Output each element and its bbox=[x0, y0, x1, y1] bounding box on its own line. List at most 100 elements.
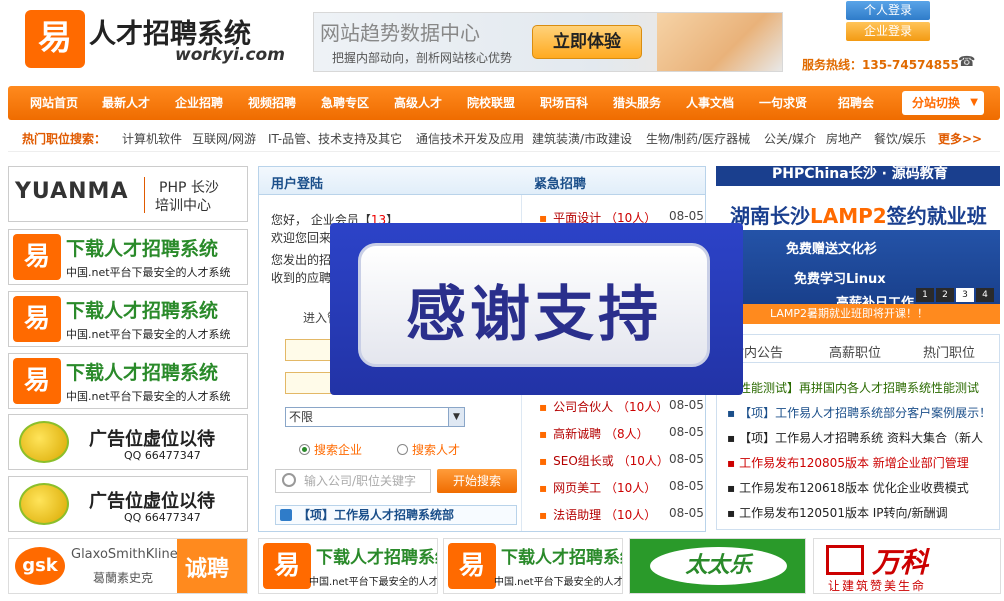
urgent-job-item[interactable]: ▪ 高新诚聘 （8人） 08-05 bbox=[539, 425, 704, 442]
ad-placeholder[interactable]: 广告位虚位以待 QQ 66477347 bbox=[8, 476, 248, 532]
job-title[interactable]: 高新诚聘 bbox=[553, 427, 601, 441]
nav-hr-docs[interactable]: 人事文档 bbox=[686, 86, 734, 120]
nav-headhunter[interactable]: 猎头服务 bbox=[613, 86, 661, 120]
hot-job-link[interactable]: 餐饮/娱乐 bbox=[874, 130, 926, 147]
chevron-down-icon: ▼ bbox=[448, 408, 464, 426]
hot-job-link[interactable]: 建筑装潢/市政建设 bbox=[532, 130, 632, 147]
radio-label: 搜索企业 bbox=[314, 443, 363, 457]
news-item[interactable]: ▪ 工作易发布120805版本 新增企业部门管理 bbox=[727, 454, 969, 471]
bullet-icon: ▪ bbox=[727, 456, 736, 470]
hot-job-link[interactable]: IT-品管、技术支持及其它 bbox=[268, 130, 402, 147]
thanks-overlay[interactable]: 感谢支持 bbox=[330, 223, 743, 395]
tab-high-salary[interactable]: 高薪职位 bbox=[829, 342, 881, 361]
sent-jobs-text: 您发出的招 bbox=[271, 253, 332, 267]
nav-video-jobs[interactable]: 视频招聘 bbox=[248, 86, 296, 120]
placeholder-qq: QQ 66477347 bbox=[124, 449, 201, 462]
vanke-logo-mark bbox=[826, 545, 864, 575]
start-search-button[interactable]: 开始搜索 bbox=[437, 469, 517, 493]
divider bbox=[144, 177, 145, 213]
news-item[interactable]: ▪ 工作易发布120501版本 IP转向/新酬调 bbox=[727, 504, 948, 521]
urgent-job-item[interactable]: ▪ 网页美工 （10人） 08-05 bbox=[539, 479, 704, 496]
hot-job-link[interactable]: 公关/媒介 bbox=[764, 130, 816, 147]
top-ad-banner[interactable]: 网站趋势数据中心 把握内部动向，剖析网站核心优势 立即体验 bbox=[313, 12, 783, 72]
hot-job-link[interactable]: 通信技术开发及应用 bbox=[416, 130, 524, 147]
slide-page-button-active[interactable]: 3 bbox=[956, 288, 974, 302]
news-item[interactable]: ▪ 【项】工作易人才招聘系统 资料大集合（新人 bbox=[727, 429, 983, 446]
news-item[interactable]: ▪ 【项】工作易人才招聘系统部分客户案例展示！ bbox=[727, 404, 991, 421]
banner-try-button[interactable]: 立即体验 bbox=[532, 25, 642, 59]
slide-page-button[interactable]: 1 bbox=[916, 288, 934, 302]
news-item[interactable]: ▪ 工作易发布120618版本 优化企业收费模式 bbox=[727, 479, 969, 496]
urgent-job-item[interactable]: ▪ SEO组长或 （10人） 08-05 bbox=[539, 452, 704, 469]
taitaile-logo: 太太乐 bbox=[650, 547, 787, 585]
slide-page-button[interactable]: 4 bbox=[976, 288, 994, 302]
yuanma-logo: YUANMA bbox=[15, 179, 129, 204]
radio-search-company[interactable]: 搜索企业 bbox=[299, 441, 362, 458]
job-title[interactable]: SEO组长或 bbox=[553, 454, 614, 468]
taitaile-ad[interactable]: 太太乐 bbox=[629, 538, 806, 594]
company-login-button[interactable]: 企业登录 bbox=[846, 22, 930, 41]
banner-bottom-text: LAMP2暑期就业班即将开课！！ bbox=[716, 304, 1000, 324]
download-title: 下载人才招聘系统 bbox=[66, 238, 219, 260]
hot-job-link[interactable]: 房地产 bbox=[826, 130, 862, 147]
category-select[interactable]: 不限 ▼ bbox=[285, 407, 465, 427]
nav-senior-talent[interactable]: 高级人才 bbox=[394, 86, 442, 120]
urgent-job-item[interactable]: ▪ 公司合伙人 （10人） 08-05 bbox=[539, 398, 704, 415]
download-ad[interactable]: 易 下载人才招聘系统 中国.net平台下最安全的人才系统 bbox=[443, 538, 623, 594]
job-title[interactable]: 公司合伙人 bbox=[553, 400, 613, 414]
download-ad[interactable]: 易 下载人才招聘系统 中国.net平台下最安全的人才系统 bbox=[8, 291, 248, 347]
gsk-ad[interactable]: gsk GlaxoSmithKline 葛蘭素史克 诚聘 bbox=[8, 538, 248, 594]
overlay-text: 感谢支持 bbox=[406, 280, 662, 350]
notice-bar[interactable]: 【项】工作易人才招聘系统部 bbox=[275, 505, 517, 525]
lamp-training-banner[interactable]: PHPChina长沙 · 源码教育 湖南长沙LAMP2签约就业班 免费赠送文化衫… bbox=[716, 166, 1000, 324]
hot-job-link[interactable]: 计算机软件 bbox=[122, 130, 182, 147]
login-title: 用户登陆 bbox=[271, 177, 324, 192]
bullet-icon: ▪ bbox=[727, 506, 736, 520]
banner-subtitle: 把握内部动向，剖析网站核心优势 bbox=[332, 51, 513, 65]
job-date: 08-05 bbox=[669, 479, 704, 493]
hot-job-link[interactable]: 生物/制药/医疗器械 bbox=[646, 130, 750, 147]
job-title[interactable]: 法语助理 bbox=[553, 508, 601, 522]
logo-mark: 易 bbox=[25, 10, 85, 68]
nav-job-fair[interactable]: 招聘会 bbox=[838, 86, 874, 120]
announcement-panel: 站内公告 高薪职位 热门职位 【性能测试】再拼国内各人才招聘系统性能测试 ▪ 【项… bbox=[716, 334, 1000, 530]
news-item[interactable]: 【性能测试】再拼国内各人才招聘系统性能测试 bbox=[727, 379, 979, 396]
more-link[interactable]: 更多>> bbox=[938, 130, 982, 147]
bullet-icon: ▪ bbox=[727, 431, 736, 445]
keyword-search-input[interactable]: 输入公司/职位关键字 bbox=[275, 469, 431, 493]
nav-latest-talent[interactable]: 最新人才 bbox=[102, 86, 150, 120]
gsk-logo: gsk bbox=[15, 547, 65, 585]
job-date: 08-05 bbox=[669, 209, 704, 223]
hot-job-link[interactable]: 互联网/网游 bbox=[192, 130, 256, 147]
ad-placeholder[interactable]: 广告位虚位以待 QQ 66477347 bbox=[8, 414, 248, 470]
job-title[interactable]: 网页美工 bbox=[553, 481, 601, 495]
tab-hot-jobs[interactable]: 热门职位 bbox=[923, 342, 975, 361]
nav-company-jobs[interactable]: 企业招聘 bbox=[175, 86, 223, 120]
branch-switch-dropdown[interactable]: 分站切换 ▼ bbox=[902, 91, 984, 115]
download-ad[interactable]: 易 下载人才招聘系统 中国.net平台下最安全的人才系统 bbox=[258, 538, 438, 594]
urgent-job-item[interactable]: ▪ 法语助理 （10人） 08-05 bbox=[539, 506, 704, 523]
category-select-value: 不限 bbox=[289, 410, 314, 424]
banner-chart-graphic bbox=[657, 13, 782, 71]
nav-career-wiki[interactable]: 职场百科 bbox=[540, 86, 588, 120]
nav-home[interactable]: 网站首页 bbox=[30, 86, 78, 120]
radio-search-talent[interactable]: 搜索人才 bbox=[397, 441, 460, 458]
nav-urgent[interactable]: 急聘专区 bbox=[321, 86, 369, 120]
placeholder-title: 广告位虚位以待 bbox=[89, 491, 215, 512]
vanke-ad[interactable]: 万科 让建筑赞美生命 bbox=[813, 538, 1001, 594]
yuanma-ad[interactable]: YUANMA PHP 长沙 培训中心 bbox=[8, 166, 248, 222]
slide-page-button[interactable]: 2 bbox=[936, 288, 954, 302]
download-ad[interactable]: 易 下载人才招聘系统 中国.net平台下最安全的人才系统 bbox=[8, 353, 248, 409]
tab-bar: 站内公告 高薪职位 热门职位 bbox=[717, 335, 999, 363]
nav-school-alliance[interactable]: 院校联盟 bbox=[467, 86, 515, 120]
job-date: 08-05 bbox=[669, 425, 704, 439]
logo-mark: 易 bbox=[448, 543, 496, 589]
download-ad[interactable]: 易 下载人才招聘系统 中国.net平台下最安全的人才系统 bbox=[8, 229, 248, 285]
personal-login-button[interactable]: 个人登录 bbox=[846, 1, 930, 20]
panel-header: 用户登陆 紧急招聘 bbox=[259, 167, 705, 195]
chevron-down-icon: ▼ bbox=[970, 97, 978, 108]
urgent-title: 紧急招聘 bbox=[534, 177, 587, 192]
job-count: （10人） bbox=[604, 481, 657, 495]
nav-one-line-recruit[interactable]: 一句求贤 bbox=[759, 86, 807, 120]
site-logo[interactable]: 易 人才招聘系统 workyi.com bbox=[25, 8, 285, 70]
